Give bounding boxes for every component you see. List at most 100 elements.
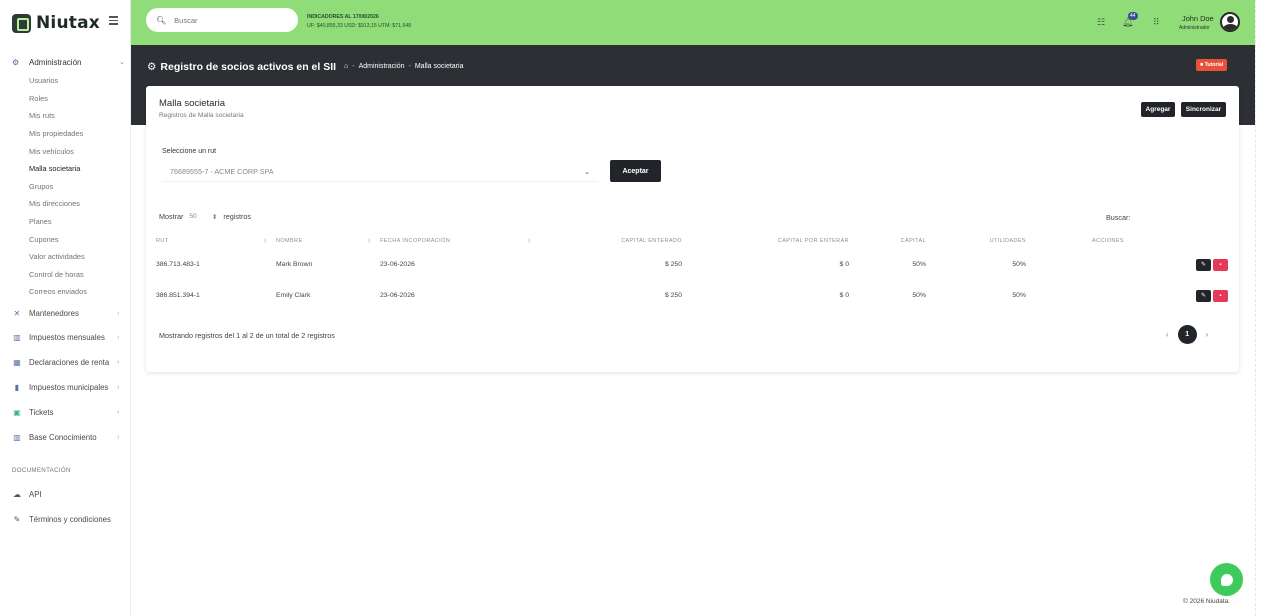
sidebar-item-declaraciones-renta[interactable]: ▦ Declaraciones de renta ›	[0, 350, 131, 375]
table-row: 386.713.483-1 Mark Brown 23-06-2026 $ 25…	[152, 249, 1232, 280]
sidebar-subitem-malla-societaria[interactable]: Malla societaria	[0, 160, 131, 178]
search-input[interactable]	[174, 15, 285, 25]
cloud-icon: ☁	[13, 489, 21, 499]
cell-fecha: 23-06-2026	[376, 249, 536, 280]
logo[interactable]: Niutax	[12, 13, 100, 33]
logo-icon	[12, 13, 31, 33]
sidebar-item-terminos[interactable]: ✎ Términos y condiciones	[0, 507, 131, 532]
sync-button[interactable]: Sincronizar	[1181, 102, 1226, 117]
sidebar-subitem-cupones[interactable]: Cupones	[0, 230, 131, 248]
page-length-control: Mostrar 50 ⬍ registros	[159, 212, 251, 221]
breadcrumb-administracion[interactable]: Administración	[359, 63, 405, 70]
edit-button[interactable]: ✎	[1196, 289, 1211, 302]
malla-societaria-card: Malla societaria Registros de Malla soci…	[146, 86, 1239, 372]
column-header-capital[interactable]: CAPITAL	[853, 233, 930, 249]
card-subtitle: Registros de Malla societaria	[159, 112, 244, 119]
sidebar-item-label: API	[29, 489, 42, 499]
sidebar-subitem-valor-actividades[interactable]: Valor actividades	[0, 248, 131, 266]
sidebar-subitem-correos-enviados[interactable]: Correos enviados	[0, 283, 131, 301]
breadcrumb: ⌂ - Administración - Malla societaria	[344, 63, 463, 70]
sidebar-subitem-mis-propiedades[interactable]: Mis propiedades	[0, 125, 131, 143]
home-icon[interactable]: ⌂	[344, 63, 348, 70]
rut-select[interactable]: 76689555-7 - ACME CORP SPA ⌄	[162, 162, 598, 182]
indicadores-title: INDICADORES AL 17/08/2026	[307, 14, 379, 20]
chevron-right-icon: ›	[117, 359, 120, 367]
column-header-utilidades[interactable]: UTILIDADES	[930, 233, 1030, 249]
cell-capital: 50%	[912, 292, 926, 299]
sidebar-subitem-mis-vehiculos[interactable]: Mis vehículos	[0, 142, 131, 160]
sidebar-item-base-conocimiento[interactable]: ▥ Base Conocimiento ›	[0, 425, 131, 450]
column-header-fecha[interactable]: FECHA INCOPORACIÓN ⬍	[376, 233, 536, 249]
sidebar-subitem-usuarios[interactable]: Usuarios	[0, 72, 131, 90]
sidebar-subitem-grupos[interactable]: Grupos	[0, 178, 131, 196]
table-header-row: RUT ⬍ NOMBRE ⬍ FECHA INCOPORACIÓN ⬍ CAPITAL…	[152, 233, 1232, 249]
ticket-icon: ▣	[13, 407, 21, 417]
edit-button[interactable]: ✎	[1196, 258, 1211, 271]
tools-icon: ✕	[13, 308, 21, 318]
column-header-nombre[interactable]: NOMBRE ⬍	[272, 233, 376, 249]
cell-nombre: Emily Clark	[276, 292, 311, 299]
search-box[interactable]: 🔍︎	[146, 8, 298, 32]
page-button-current[interactable]: 1	[1177, 325, 1197, 344]
sidebar-subitem-mis-ruts[interactable]: Mis ruts	[0, 107, 131, 125]
sidebar-subitem-control-horas[interactable]: Control de horas	[0, 266, 131, 284]
delete-button[interactable]: ▪	[1213, 258, 1228, 271]
sidebar-item-impuestos-mensuales[interactable]: ▥ Impuestos mensuales ›	[0, 326, 131, 351]
breadcrumb-separator: -	[352, 63, 355, 70]
user-role: Administrador	[1179, 25, 1210, 31]
records-label: registros	[223, 212, 251, 221]
indicadores: INDICADORES AL 17/08/2026 UF: $40,855,33…	[307, 13, 411, 31]
delete-button[interactable]: ▪	[1213, 289, 1228, 302]
sidebar-item-label: Administración	[29, 57, 82, 67]
cell-acciones: ✎ ▪	[1030, 249, 1232, 280]
sidebar-item-administracion[interactable]: ⚙ Administración ⌄	[0, 55, 131, 69]
rut-select-value: 76689555-7 - ACME CORP SPA	[170, 167, 274, 176]
building-icon: ▦	[13, 358, 21, 368]
breadcrumb-malla-societaria: Malla societaria	[414, 63, 464, 70]
menu-toggle-icon[interactable]	[109, 16, 118, 27]
chevron-right-icon: ›	[117, 384, 120, 391]
table-info: Mostrando registros del 1 al 2 de un tot…	[159, 331, 335, 340]
tutorial-button[interactable]: ■ Tutorial	[1196, 59, 1228, 71]
chevron-right-icon: ›	[117, 433, 120, 441]
gear-icon: ⚙	[147, 61, 157, 73]
scrollbar-track[interactable]	[1255, 0, 1271, 616]
sidebar-item-mantenedores[interactable]: ✕ Mantenedores ›	[0, 301, 131, 326]
accept-button[interactable]: Aceptar	[610, 160, 661, 182]
gear-icon: ⚙	[12, 57, 20, 67]
next-page-icon[interactable]: ›	[1206, 330, 1209, 339]
trash-icon: ▪	[1219, 261, 1222, 268]
sidebar-item-label: Términos y condiciones	[29, 514, 111, 524]
apps-grid-icon[interactable]: ⠿	[1153, 17, 1160, 28]
cell-acciones: ✎ ▪	[1030, 280, 1232, 311]
sidebar-subitem-planes[interactable]: Planes	[0, 213, 131, 231]
add-button[interactable]: Agregar	[1141, 102, 1175, 117]
column-header-rut[interactable]: RUT ⬍	[152, 233, 272, 249]
sidebar-item-tickets[interactable]: ▣ Tickets ›	[0, 400, 131, 425]
page-length-select[interactable]: 50 ⬍	[189, 213, 217, 221]
sidebar-subitem-roles[interactable]: Roles	[0, 90, 131, 108]
sidebar-item-label: Base Conocimiento	[29, 432, 97, 442]
sidebar-subitem-mis-direcciones[interactable]: Mis direcciones	[0, 195, 131, 213]
page-title: ⚙ Registro de socios activos en el SII	[147, 61, 336, 73]
select-rut-label: Seleccione un rut	[162, 148, 217, 155]
cell-capital-enterado: $ 250	[536, 249, 686, 280]
sidebar-item-api[interactable]: ☁ API	[0, 482, 131, 507]
video-icon: ■	[1200, 62, 1204, 68]
sidebar-item-impuestos-municipales[interactable]: ▮ Impuestos municipales ›	[0, 375, 131, 400]
books-icon: ▥	[13, 333, 21, 343]
prev-page-icon[interactable]: ‹	[1166, 330, 1169, 339]
column-header-capital-por-enterar[interactable]: CAPITAL POR ENTERAR	[686, 233, 853, 249]
column-header-capital-enterado[interactable]: CAPITAL ENTERADO	[536, 233, 686, 249]
list-icon[interactable]: ☷	[1097, 17, 1105, 28]
avatar[interactable]	[1220, 12, 1240, 32]
topbar: 🔍︎ INDICADORES AL 17/08/2026 UF: $40,855…	[131, 0, 1255, 45]
user-name[interactable]: John Doe	[1182, 14, 1214, 23]
notifications-badge: 44	[1128, 12, 1138, 20]
card-title: Malla societaria	[159, 98, 225, 109]
pagination: ‹ 1 ›	[1166, 325, 1208, 344]
library-icon: ▥	[13, 432, 21, 442]
chat-launcher-button[interactable]	[1210, 563, 1243, 596]
sidebar-item-label: Mantenedores	[29, 308, 79, 318]
cell-capital-enterado: $ 250	[664, 292, 682, 299]
